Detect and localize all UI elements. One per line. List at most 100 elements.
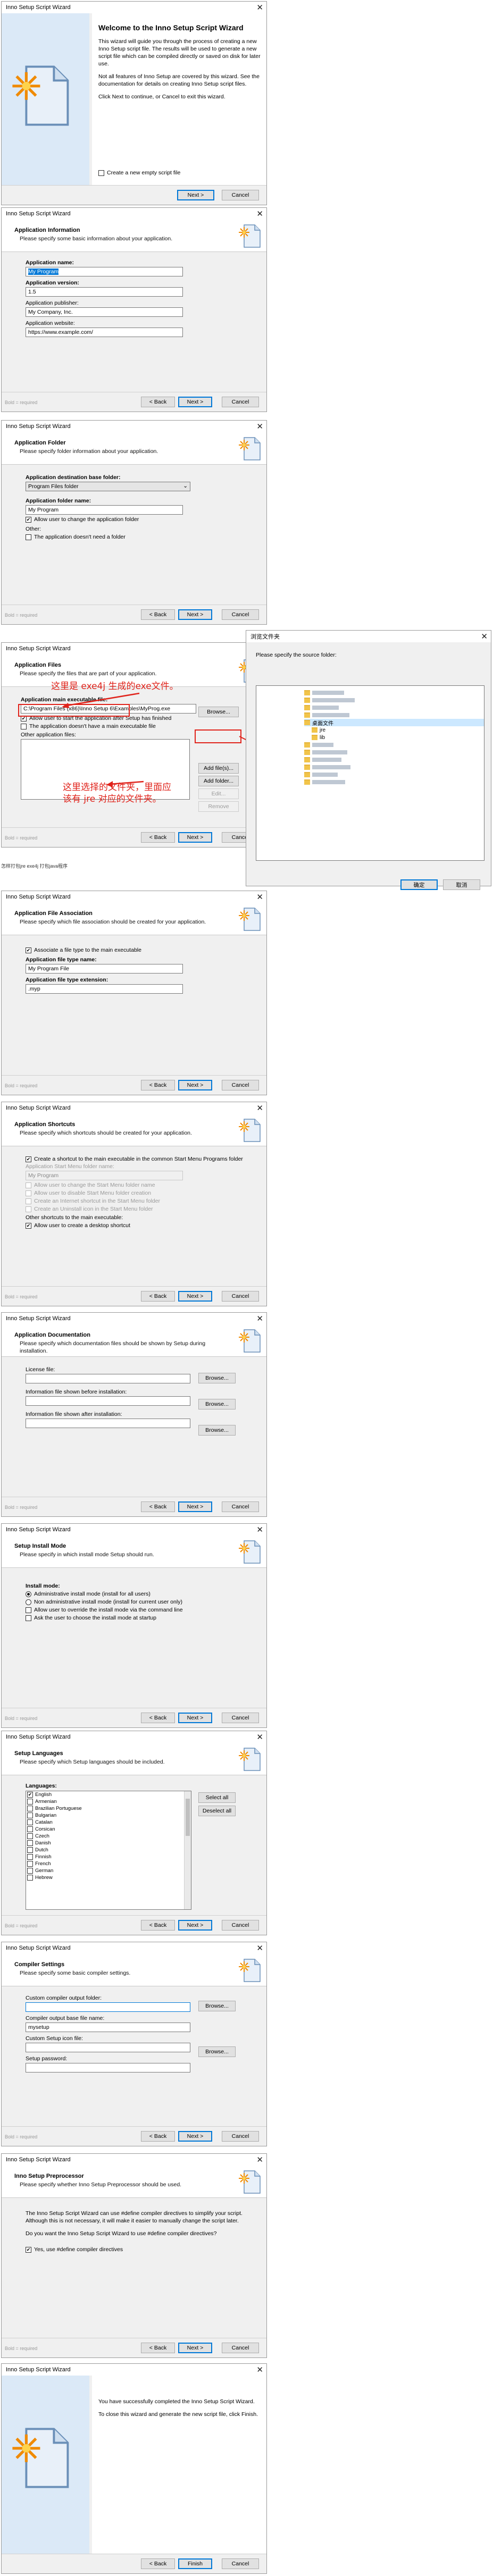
- checkbox-box[interactable]: ✔: [26, 2246, 31, 2253]
- checkbox-box[interactable]: [26, 1607, 31, 1613]
- app-publisher-field[interactable]: My Company, Inc.: [26, 307, 183, 317]
- checkbox-box[interactable]: [27, 1854, 33, 1860]
- cancel-button[interactable]: Cancel: [222, 2131, 259, 2142]
- close-icon[interactable]: ✕: [256, 1315, 263, 1323]
- language-item[interactable]: French: [26, 1860, 191, 1867]
- next-button[interactable]: Next >: [178, 1920, 212, 1931]
- file-type-name-field[interactable]: My Program File: [26, 964, 183, 974]
- next-button[interactable]: Next >: [177, 190, 214, 200]
- admin-radio[interactable]: Administrative install mode (install for…: [26, 1591, 266, 1597]
- next-button[interactable]: Next >: [178, 832, 212, 843]
- next-button[interactable]: Next >: [178, 1291, 212, 1302]
- app-name-field[interactable]: My Program: [26, 267, 183, 276]
- browse-button[interactable]: Browse...: [198, 1425, 236, 1436]
- group-name-field[interactable]: My Program: [26, 1171, 183, 1180]
- back-button[interactable]: < Back: [141, 2131, 175, 2142]
- checkbox-box[interactable]: [27, 1806, 33, 1811]
- checkbox-box[interactable]: [27, 1868, 33, 1874]
- checkbox-box[interactable]: ✔: [26, 1156, 31, 1162]
- associate-checkbox[interactable]: ✔ Associate a file type to the main exec…: [26, 947, 266, 953]
- language-item[interactable]: Danish: [26, 1840, 191, 1847]
- back-button[interactable]: < Back: [141, 2343, 175, 2353]
- tree-row[interactable]: [304, 711, 484, 719]
- empty-script-checkbox[interactable]: Create a new empty script file: [98, 169, 180, 177]
- close-icon[interactable]: ✕: [256, 1944, 263, 1952]
- option-checkbox[interactable]: Allow user to change the Start Menu fold…: [26, 1182, 266, 1188]
- checkbox-box[interactable]: [27, 1813, 33, 1818]
- language-item[interactable]: Hebrew: [26, 1874, 191, 1881]
- checkbox-box[interactable]: [27, 1847, 33, 1853]
- before-info-field[interactable]: [26, 1396, 190, 1406]
- base-name-field[interactable]: mysetup: [26, 2023, 190, 2032]
- tree-row[interactable]: [304, 749, 484, 756]
- nonadmin-radio[interactable]: Non administrative install mode (install…: [26, 1599, 266, 1605]
- close-icon[interactable]: ✕: [256, 2366, 263, 2374]
- checkbox-box[interactable]: [98, 170, 104, 176]
- license-field[interactable]: [26, 1374, 190, 1383]
- tree-row[interactable]: [304, 771, 484, 778]
- close-icon[interactable]: ✕: [256, 893, 263, 901]
- cancel-button[interactable]: Cancel: [222, 190, 259, 200]
- dest-folder-select[interactable]: Program Files folder ⌄: [26, 482, 190, 491]
- icon-file-field[interactable]: [26, 2043, 190, 2052]
- folder-tree[interactable]: 桌面文件 jre lib: [256, 685, 484, 861]
- tree-row[interactable]: [304, 778, 484, 786]
- cancel-button[interactable]: Cancel: [222, 1501, 259, 1512]
- next-button[interactable]: Next >: [178, 1501, 212, 1512]
- browse-button[interactable]: Browse...: [198, 1399, 236, 1409]
- browse-button[interactable]: Browse...: [198, 2001, 236, 2011]
- cancel-button[interactable]: Cancel: [222, 2343, 259, 2353]
- checkbox-box[interactable]: [27, 1819, 33, 1825]
- tree-row[interactable]: [304, 704, 484, 711]
- cancel-button[interactable]: Cancel: [222, 397, 259, 407]
- back-button[interactable]: < Back: [141, 1920, 175, 1931]
- language-item[interactable]: German: [26, 1867, 191, 1874]
- allow-change-checkbox[interactable]: ✔ Allow user to change the application f…: [26, 516, 266, 523]
- back-button[interactable]: < Back: [141, 609, 175, 620]
- checkbox-box[interactable]: [26, 1198, 31, 1204]
- after-info-field[interactable]: [26, 1419, 190, 1428]
- language-item[interactable]: Brazilian Portuguese: [26, 1805, 191, 1812]
- app-website-field[interactable]: https://www.example.com/: [26, 328, 183, 337]
- tree-row[interactable]: jre: [304, 726, 484, 734]
- folder-name-field[interactable]: My Program: [26, 505, 183, 515]
- option-checkbox[interactable]: Create an Internet shortcut in the Start…: [26, 1198, 266, 1204]
- checkbox-box[interactable]: [26, 1615, 31, 1621]
- override-checkbox[interactable]: Allow user to override the install mode …: [26, 1607, 266, 1613]
- language-item[interactable]: Dutch: [26, 1847, 191, 1853]
- browse-button[interactable]: Browse...: [198, 2046, 236, 2057]
- deselect-all-button[interactable]: Deselect all: [198, 1806, 236, 1816]
- language-item[interactable]: Czech: [26, 1833, 191, 1840]
- checkbox-box[interactable]: [27, 1840, 33, 1846]
- checkbox-box[interactable]: [27, 1826, 33, 1832]
- checkbox-box[interactable]: ✔: [27, 1792, 33, 1798]
- next-button[interactable]: Next >: [178, 397, 212, 407]
- ok-button[interactable]: 确定: [400, 879, 438, 890]
- checkbox-box[interactable]: ✔: [26, 947, 31, 953]
- password-field[interactable]: [26, 2063, 190, 2072]
- cancel-button[interactable]: Cancel: [222, 1080, 259, 1090]
- cancel-button[interactable]: Cancel: [222, 1920, 259, 1931]
- back-button[interactable]: < Back: [141, 1291, 175, 1302]
- next-button[interactable]: Next >: [178, 1080, 212, 1090]
- close-icon[interactable]: ✕: [256, 423, 263, 431]
- language-item[interactable]: Armenian: [26, 1798, 191, 1805]
- next-button[interactable]: Next >: [178, 2131, 212, 2142]
- radio-dot[interactable]: [26, 1591, 31, 1597]
- tree-row-selected[interactable]: 桌面文件: [304, 719, 484, 727]
- app-version-field[interactable]: 1.5: [26, 287, 183, 297]
- option-checkbox[interactable]: Create an Uninstall icon in the Start Me…: [26, 1206, 266, 1212]
- browse-button[interactable]: Browse...: [198, 1373, 236, 1383]
- desktop-shortcut-checkbox[interactable]: ✔ Allow user to create a desktop shortcu…: [26, 1222, 266, 1229]
- back-button[interactable]: < Back: [141, 2558, 175, 2569]
- cancel-button[interactable]: Cancel: [222, 609, 259, 620]
- back-button[interactable]: < Back: [141, 832, 175, 843]
- language-item[interactable]: Catalan: [26, 1819, 191, 1826]
- use-define-checkbox[interactable]: ✔ Yes, use #define compiler directives: [26, 2246, 245, 2253]
- language-item[interactable]: ✔ English: [26, 1791, 191, 1798]
- language-item[interactable]: Corsican: [26, 1826, 191, 1833]
- radio-dot[interactable]: [26, 1599, 31, 1605]
- select-all-button[interactable]: Select all: [198, 1792, 236, 1803]
- cancel-button[interactable]: Cancel: [222, 1291, 259, 1302]
- tree-row[interactable]: [304, 741, 484, 749]
